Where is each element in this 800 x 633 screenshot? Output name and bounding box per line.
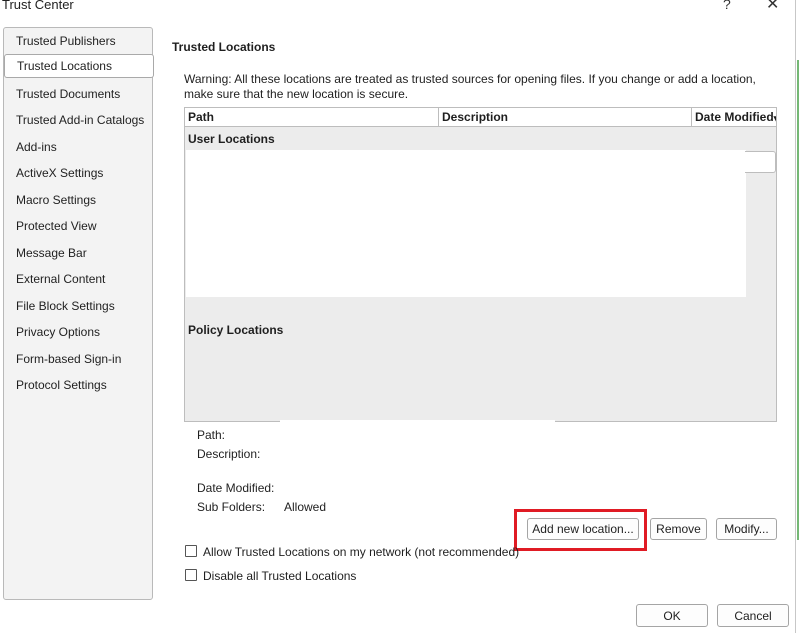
date-modified-label: Date Modified: [695, 110, 774, 124]
policy-locations-group: Policy Locations: [188, 323, 284, 337]
user-locations-group: User Locations: [188, 132, 275, 146]
sort-arrow-icon: ▾: [773, 113, 776, 123]
modify-button[interactable]: Modify...: [716, 518, 777, 540]
sidebar-item-protocol-settings[interactable]: Protocol Settings: [7, 373, 153, 397]
ok-button[interactable]: OK: [636, 604, 708, 627]
column-header-path[interactable]: Path: [185, 108, 439, 126]
selected-row-edge: [745, 151, 776, 173]
window-title: Trust Center: [2, 0, 74, 12]
allow-network-checkbox[interactable]: [185, 545, 197, 557]
background-edge-strip: [797, 60, 799, 540]
sidebar-item-privacy-options[interactable]: Privacy Options: [7, 320, 153, 344]
sidebar-item-trusted-add-in-catalogs[interactable]: Trusted Add-in Catalogs: [7, 108, 153, 132]
sidebar-item-file-block-settings[interactable]: File Block Settings: [7, 294, 153, 318]
sidebar-item-trusted-publishers[interactable]: Trusted Publishers: [7, 29, 153, 53]
cancel-button[interactable]: Cancel: [717, 604, 789, 627]
sidebar-item-macro-settings[interactable]: Macro Settings: [7, 188, 153, 212]
sidebar-item-message-bar[interactable]: Message Bar: [7, 241, 153, 265]
sidebar-item-activex-settings[interactable]: ActiveX Settings: [7, 161, 153, 185]
help-icon[interactable]: ?: [723, 0, 731, 12]
security-warning: Warning: All these locations are treated…: [184, 72, 756, 101]
section-title: Trusted Locations: [172, 40, 276, 54]
sidebar-item-trusted-locations[interactable]: Trusted Locations: [4, 54, 154, 78]
column-header-date-modified[interactable]: Date Modified▾: [692, 108, 776, 126]
sidebar-item-protected-view[interactable]: Protected View: [7, 214, 153, 238]
sub-folders-value: Allowed: [284, 500, 327, 514]
window-edge: [795, 0, 796, 633]
table-bottom-gap: [280, 420, 555, 423]
sub-folders-label: Sub Folders:: [197, 500, 266, 514]
sidebar-item-add-ins[interactable]: Add-ins: [7, 135, 153, 159]
sidebar-item-trusted-documents[interactable]: Trusted Documents: [7, 82, 153, 106]
sidebar: Trusted Publishers Trusted Locations Tru…: [3, 27, 154, 600]
path-label: Path:: [197, 428, 226, 442]
description-label: Description:: [197, 447, 261, 461]
column-header-description[interactable]: Description: [439, 108, 692, 126]
close-icon[interactable]: ✕: [766, 0, 779, 14]
sidebar-item-form-based-sign-in[interactable]: Form-based Sign-in: [7, 347, 153, 371]
user-locations-list[interactable]: [186, 150, 746, 297]
table-header: Path Description Date Modified▾: [184, 107, 777, 127]
add-new-location-button[interactable]: Add new location...: [527, 518, 639, 540]
disable-all-checkbox[interactable]: [185, 569, 197, 581]
date-modified-label: Date Modified:: [197, 481, 275, 495]
allow-network-label[interactable]: Allow Trusted Locations on my network (n…: [203, 545, 519, 559]
disable-all-label[interactable]: Disable all Trusted Locations: [203, 569, 356, 583]
remove-button[interactable]: Remove: [650, 518, 707, 540]
sidebar-item-external-content[interactable]: External Content: [7, 267, 153, 291]
